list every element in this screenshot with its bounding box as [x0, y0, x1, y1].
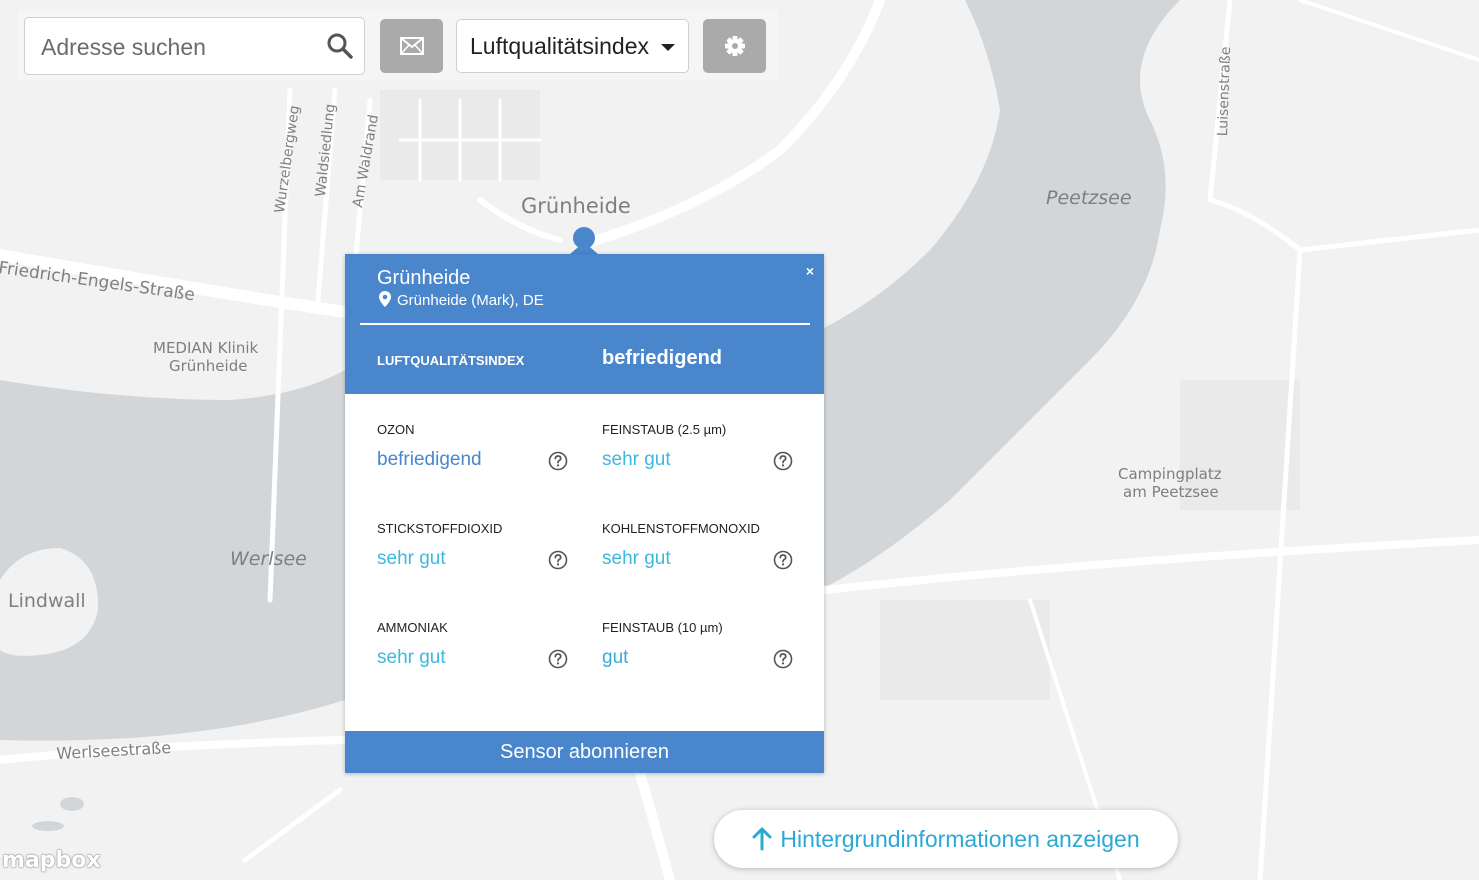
- label-gruenheide: Grünheide: [521, 194, 631, 218]
- pollutant-label: FEINSTAUB (10 µm): [602, 620, 723, 635]
- gear-icon: [724, 36, 745, 56]
- label-median-klinik: MEDIAN Klinik: [153, 339, 259, 357]
- label-am-peetzsee: am Peetzsee: [1123, 483, 1219, 501]
- help-icon[interactable]: [773, 649, 793, 669]
- pollutant-label: STICKSTOFFDIOXID: [377, 521, 503, 536]
- help-icon[interactable]: [548, 451, 568, 471]
- mail-button[interactable]: [380, 19, 443, 73]
- pollutant-label: KOHLENSTOFFMONOXID: [602, 521, 760, 536]
- label-luisenstrasse: Luisenstraße: [1215, 46, 1235, 137]
- pollutant-value: gut: [602, 647, 629, 668]
- popup-title: Grünheide: [377, 267, 471, 289]
- help-icon[interactable]: [548, 550, 568, 570]
- help-icon[interactable]: [773, 451, 793, 471]
- label-median-gruenheide: Grünheide: [169, 357, 248, 375]
- label-lindwall: Lindwall: [8, 590, 86, 612]
- pollutant-value: befriedigend: [377, 449, 482, 470]
- aqi-label: LUFTQUALITÄTSINDEX: [377, 353, 525, 368]
- pollutant-value: sehr gut: [602, 548, 671, 569]
- popup-header: Grünheide Grünheide (Mark), DE × LUFTQUA…: [345, 254, 824, 394]
- close-icon[interactable]: ×: [806, 263, 814, 279]
- mapbox-logo[interactable]: mapbox: [2, 848, 101, 873]
- label-campingplatz: Campingplatz: [1118, 465, 1222, 483]
- background-info-label: Hintergrundinformationen anzeigen: [780, 825, 1140, 852]
- pollutant-label: AMMONIAK: [377, 620, 448, 635]
- subscribe-button[interactable]: Sensor abonnieren: [345, 731, 824, 773]
- search-input[interactable]: [39, 18, 323, 76]
- layer-select[interactable]: Luftqualitätsindex: [456, 19, 689, 73]
- layer-select-value: Luftqualitätsindex: [470, 32, 650, 59]
- label-werlsee: Werlsee: [230, 548, 307, 570]
- search-box: [24, 17, 365, 76]
- search-icon[interactable]: [326, 32, 354, 60]
- aqi-value: befriedigend: [602, 347, 723, 369]
- settings-button[interactable]: [703, 19, 766, 73]
- pollutant-label: FEINSTAUB (2.5 µm): [602, 422, 727, 437]
- pollutant-value: sehr gut: [602, 449, 671, 470]
- arrow-up-icon: [752, 827, 772, 851]
- help-icon[interactable]: [548, 649, 568, 669]
- help-icon[interactable]: [773, 550, 793, 570]
- sensor-popup: Grünheide Grünheide (Mark), DE × LUFTQUA…: [345, 254, 824, 773]
- pollutant-label: OZON: [377, 422, 415, 437]
- popup-divider: [360, 323, 810, 325]
- label-peetzsee: Peetzsee: [1046, 187, 1132, 209]
- pollutant-value: sehr gut: [377, 647, 446, 668]
- map-pin-icon: [379, 291, 391, 307]
- envelope-icon: [399, 37, 424, 55]
- background-info-button[interactable]: Hintergrundinformationen anzeigen: [714, 810, 1178, 868]
- caret-down-icon: [661, 44, 675, 51]
- pollutant-value: sehr gut: [377, 548, 446, 569]
- popup-subtitle: Grünheide (Mark), DE: [397, 292, 544, 309]
